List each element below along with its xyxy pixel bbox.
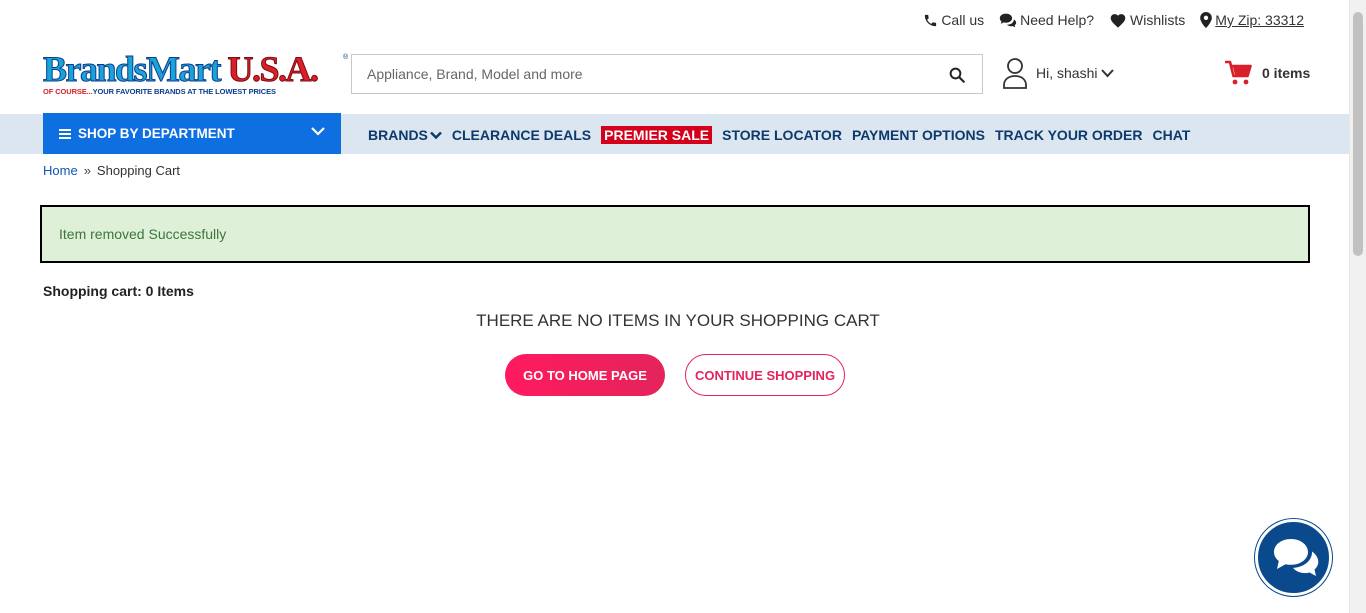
account-menu[interactable]: Hi, shashi [1002, 57, 1115, 89]
scrollbar-thumb[interactable] [1353, 12, 1363, 256]
call-us-label: Call us [941, 12, 985, 28]
brandsmart-logo[interactable]: BrandsMart U.S.A. ® OF COURSE...YOUR FAV… [43, 49, 349, 97]
zip-link[interactable]: My Zip: 33312 [1200, 12, 1304, 28]
nav-item-store-locator[interactable]: STORE LOCATOR [722, 127, 842, 143]
mini-cart[interactable]: 0 items [1224, 60, 1310, 86]
scrollbar[interactable] [1349, 0, 1366, 613]
shop-by-department-label: SHOP BY DEPARTMENT [78, 126, 235, 141]
cart-count: 0 items [1262, 65, 1311, 81]
empty-cart-message: THERE ARE NO ITEMS IN YOUR SHOPPING CART [476, 311, 880, 330]
chevron-down-icon [430, 131, 442, 139]
user-icon [1003, 58, 1027, 89]
alert-message: Item removed Successfully [59, 226, 227, 242]
search-bar [351, 54, 983, 94]
breadcrumb-current: Shopping Cart [96, 163, 181, 178]
map-pin-icon [1200, 12, 1213, 28]
breadcrumb-home-link[interactable]: Home [43, 163, 78, 178]
shopping-cart-count: Shopping cart: 0 Items [43, 283, 194, 299]
wishlists-link[interactable]: Wishlists [1109, 12, 1185, 28]
nav-item-clearance-deals[interactable]: CLEARANCE DEALS [452, 127, 591, 143]
shop-by-department-button[interactable]: SHOP BY DEPARTMENT [43, 113, 341, 154]
live-chat-icon [1274, 539, 1319, 576]
logo-wordmark: BrandsMart U.S.A. [43, 49, 320, 89]
nav-item-track-your-order[interactable]: TRACK YOUR ORDER [995, 127, 1143, 143]
nav-item-premier-sale[interactable]: PREMIER SALE [601, 126, 713, 144]
chat-bubbles-icon [999, 13, 1017, 27]
chevron-down-icon [311, 127, 325, 136]
need-help-link[interactable]: Need Help? [999, 12, 1094, 28]
heart-icon [1110, 14, 1126, 28]
cart-icon [1225, 60, 1252, 85]
zip-label: My Zip: 33312 [1215, 12, 1304, 28]
need-help-label: Need Help? [1020, 12, 1095, 28]
go-to-home-page-button[interactable]: GO TO HOME PAGE [505, 354, 665, 396]
breadcrumb: Home » Shopping Cart [43, 163, 180, 178]
nav-item-brands[interactable]: BRANDS [368, 127, 442, 143]
account-greeting: Hi, shashi [1036, 65, 1098, 81]
search-icon[interactable] [948, 66, 966, 84]
logo-tagline: OF COURSE...YOUR FAVORITE BRANDS AT THE … [43, 87, 276, 96]
phone-icon [925, 14, 937, 26]
nav-links: BRANDS CLEARANCE DEALS PREMIER SALE STOR… [368, 126, 1190, 144]
call-us-link[interactable]: Call us [923, 12, 984, 28]
utility-bar: Call us Need Help? Wishlists My Zip: 333… [923, 12, 1304, 28]
nav-item-chat[interactable]: CHAT [1153, 127, 1191, 143]
chevron-down-icon [1101, 68, 1115, 77]
wishlists-label: Wishlists [1130, 12, 1186, 28]
continue-shopping-button[interactable]: CONTINUE SHOPPING [685, 354, 845, 396]
success-alert: Item removed Successfully [40, 205, 1310, 263]
live-chat-button[interactable] [1255, 519, 1332, 596]
hamburger-icon [59, 127, 71, 141]
nav-item-payment-options[interactable]: PAYMENT OPTIONS [852, 127, 985, 143]
registered-mark: ® [343, 54, 349, 61]
search-input[interactable] [352, 55, 912, 93]
breadcrumb-separator: » [83, 163, 91, 178]
